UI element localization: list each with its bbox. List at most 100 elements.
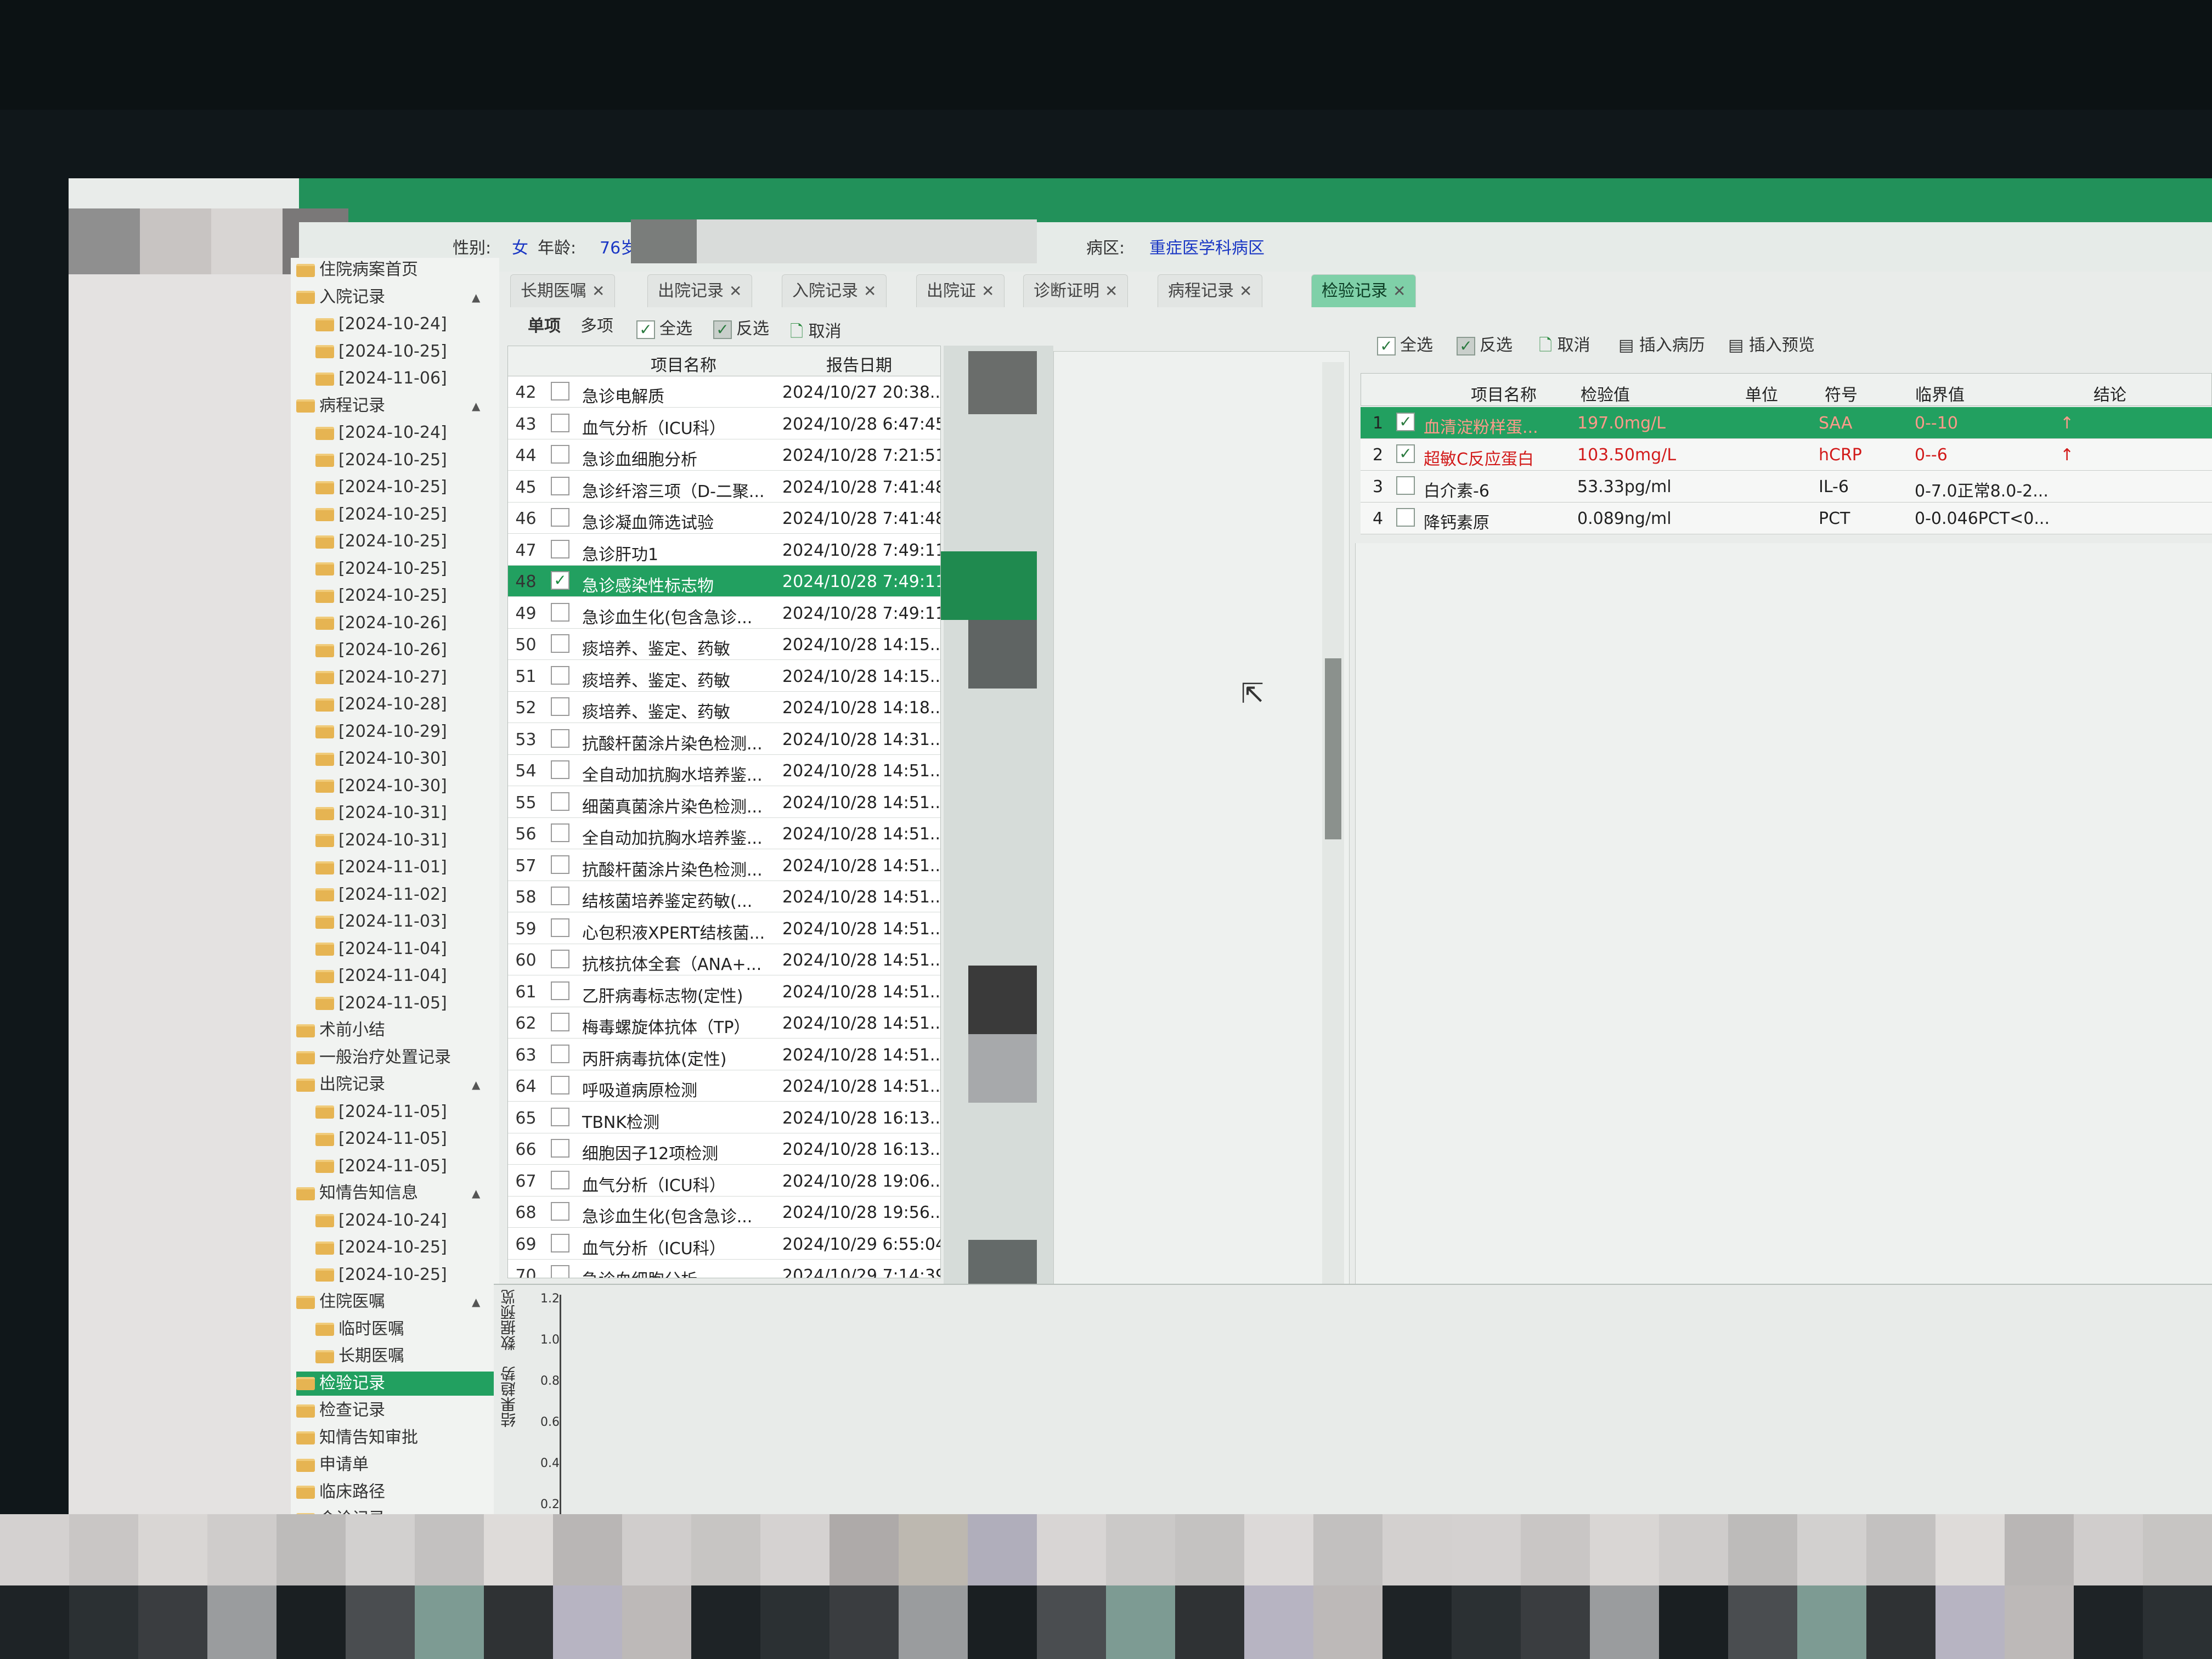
tree-item[interactable]: [2024-10-25] [315,584,494,608]
row-checkbox[interactable] [551,1265,569,1278]
collapse-caret-icon[interactable]: ▲ [472,1078,480,1091]
scrollbar-thumb[interactable] [1325,658,1341,839]
tab-6[interactable]: 检验记录 ✕ [1311,274,1417,307]
tree-item[interactable]: [2024-10-25] [315,503,494,527]
tree-item[interactable]: [2024-10-30] [315,747,494,771]
close-icon[interactable]: ✕ [1105,282,1118,300]
row-checkbox[interactable] [551,1170,569,1189]
result-row[interactable]: 2 ✓ 超敏C反应蛋白 103.50mg/L hCRP 0--6 ↑ [1361,439,2212,471]
tree-group[interactable]: 术前小结 [296,1018,494,1042]
table-row[interactable]: 57 抗酸杆菌涂片染色检测... 2024/10/28 14:51... [508,850,940,881]
close-icon[interactable]: ✕ [592,282,605,300]
table-row[interactable]: 59 心包积液XPERT结核菌... 2024/10/28 14:51... [508,913,940,944]
row-checkbox[interactable] [551,729,569,748]
tree-item[interactable]: 长期医嘱 [315,1344,494,1368]
table-row[interactable]: 67 血气分析（ICU科） 2024/10/28 19:06... [508,1165,940,1197]
tree-item[interactable]: [2024-11-05] [315,1127,494,1151]
tree-item[interactable]: [2024-10-24] [315,312,494,336]
tree-item[interactable]: [2024-10-30] [315,774,494,798]
tree-group[interactable]: 知情告知信息 [296,1181,494,1205]
tree-item[interactable]: [2024-11-03] [315,910,494,934]
row-checkbox[interactable] [551,950,569,968]
table-row[interactable]: 47 急诊肝功1 2024/10/28 7:49:11 [508,534,940,566]
right-select-all[interactable]: ✓ 全选 [1377,332,1433,359]
tree-item[interactable]: [2024-10-31] [315,828,494,853]
tree-group[interactable]: 检查记录 [296,1398,494,1423]
result-row[interactable]: 3 白介素-6 53.33pg/ml IL-6 0-7.0正常8.0-2... [1361,471,2212,503]
tree-item[interactable]: [2024-11-04] [315,964,494,988]
row-checkbox[interactable] [551,1013,569,1031]
table-row[interactable]: 62 梅毒螺旋体抗体（TP） 2024/10/28 14:51... [508,1007,940,1039]
tab-1[interactable]: 出院记录 ✕ [647,274,753,307]
tree-item[interactable]: [2024-10-29] [315,720,494,744]
row-checkbox[interactable] [551,1107,569,1126]
tree-item[interactable]: [2024-10-26] [315,611,494,635]
tab-3[interactable]: 出院证 ✕ [916,274,1005,307]
tree-group[interactable]: 一般治疗处置记录 [296,1046,494,1070]
row-checkbox[interactable]: ✓ [1396,413,1415,431]
tab-5[interactable]: 病程记录 ✕ [1158,274,1263,307]
tree-item[interactable]: [2024-10-31] [315,801,494,825]
table-row[interactable]: 52 痰培养、鉴定、药敏 2024/10/28 14:18... [508,692,940,723]
row-checkbox[interactable] [551,476,569,495]
row-checkbox[interactable] [551,1076,569,1094]
row-checkbox[interactable] [1396,476,1415,495]
tree-group[interactable]: 知情告知审批 [296,1426,494,1450]
table-row[interactable]: 58 结核菌培养鉴定药敏(... 2024/10/28 14:51... [508,881,940,912]
tab-data-preview[interactable]: 数据预览 [498,1289,520,1351]
tree-item[interactable]: [2024-11-01] [315,855,494,879]
row-checkbox[interactable] [1396,508,1415,527]
tree-item[interactable]: [2024-10-25] [315,475,494,499]
row-checkbox[interactable] [551,539,569,558]
row-checkbox[interactable] [551,445,569,464]
row-checkbox[interactable] [551,1044,569,1063]
tree-item[interactable]: [2024-11-02] [315,883,494,907]
close-icon[interactable]: ✕ [1239,282,1252,300]
left-cancel[interactable]: 🗋 取消 [790,318,842,346]
table-row[interactable]: 56 全自动加抗胸水培养鉴... 2024/10/28 14:51... [508,818,940,849]
row-checkbox[interactable] [551,887,569,905]
row-checkbox[interactable]: ✓ [551,571,569,590]
row-checkbox[interactable] [551,1233,569,1252]
collapse-caret-icon[interactable]: ▲ [472,291,480,304]
left-invert[interactable]: ✓ 反选 [713,315,769,343]
tree-group[interactable]: 病程记录 [296,394,494,418]
row-checkbox[interactable] [551,855,569,874]
tree-group[interactable]: 出院记录 [296,1073,494,1097]
insert-preview-button[interactable]: ▤ 插入预览 [1728,332,1815,359]
row-checkbox[interactable] [551,665,569,685]
tree-item[interactable]: [2024-10-25] [315,529,494,554]
tree-item[interactable]: [2024-10-25] [315,1235,494,1260]
table-row[interactable]: 48 ✓ 急诊感染性标志物 2024/10/28 7:49:11 [508,566,940,597]
table-row[interactable]: 66 细胞因子12项检测 2024/10/28 16:13... [508,1133,940,1165]
tree-item[interactable]: [2024-10-24] [315,421,494,445]
row-checkbox[interactable] [551,760,569,779]
table-row[interactable]: 65 TBNK检测 2024/10/28 16:13... [508,1102,940,1133]
table-row[interactable]: 63 丙肝病毒抗体(定性) 2024/10/28 14:51... [508,1039,940,1070]
row-checkbox[interactable] [551,382,569,400]
table-row[interactable]: 42 急诊电解质 2024/10/27 20:38... [508,376,940,408]
table-row[interactable]: 49 急诊血生化(包含急诊... 2024/10/28 7:49:11 [508,597,940,629]
tree-item[interactable]: [2024-10-25] [315,1263,494,1287]
tab-0[interactable]: 长期医嘱 ✕ [510,274,616,307]
tree-item[interactable]: [2024-10-25] [315,448,494,472]
close-icon[interactable]: ✕ [981,282,994,300]
table-row[interactable]: 53 抗酸杆菌涂片染色检测... 2024/10/28 14:31... [508,724,940,755]
result-row[interactable]: 1 ✓ 血清淀粉样蛋... 197.0mg/L SAA 0--10 ↑ [1361,407,2212,439]
multi-mode-button[interactable]: 多项 [580,313,613,340]
tree-item[interactable]: [2024-11-04] [315,937,494,961]
table-row[interactable]: 68 急诊血生化(包含急诊... 2024/10/28 19:56... [508,1197,940,1228]
table-row[interactable]: 55 细菌真菌涂片染色检测... 2024/10/28 14:51... [508,787,940,818]
row-checkbox[interactable] [551,602,569,622]
tree-group[interactable]: 检验记录 [296,1371,494,1396]
collapse-caret-icon[interactable]: ▲ [472,1295,480,1308]
table-row[interactable]: 51 痰培养、鉴定、药敏 2024/10/28 14:15... [508,661,940,692]
tree-item[interactable]: [2024-11-05] [315,1100,494,1124]
tree-group[interactable]: 临床路径 [296,1480,494,1504]
row-checkbox[interactable] [551,1202,569,1221]
right-cancel[interactable]: 🗋 取消 [1539,332,1590,359]
table-row[interactable]: 44 急诊血细胞分析 2024/10/28 7:21:51 [508,439,940,471]
table-row[interactable]: 45 急诊纤溶三项（D-二聚... 2024/10/28 7:41:48 [508,471,940,503]
table-row[interactable]: 69 血气分析（ICU科） 2024/10/29 6:55:04 [508,1228,940,1260]
tree-item[interactable]: [2024-10-24] [315,1209,494,1233]
